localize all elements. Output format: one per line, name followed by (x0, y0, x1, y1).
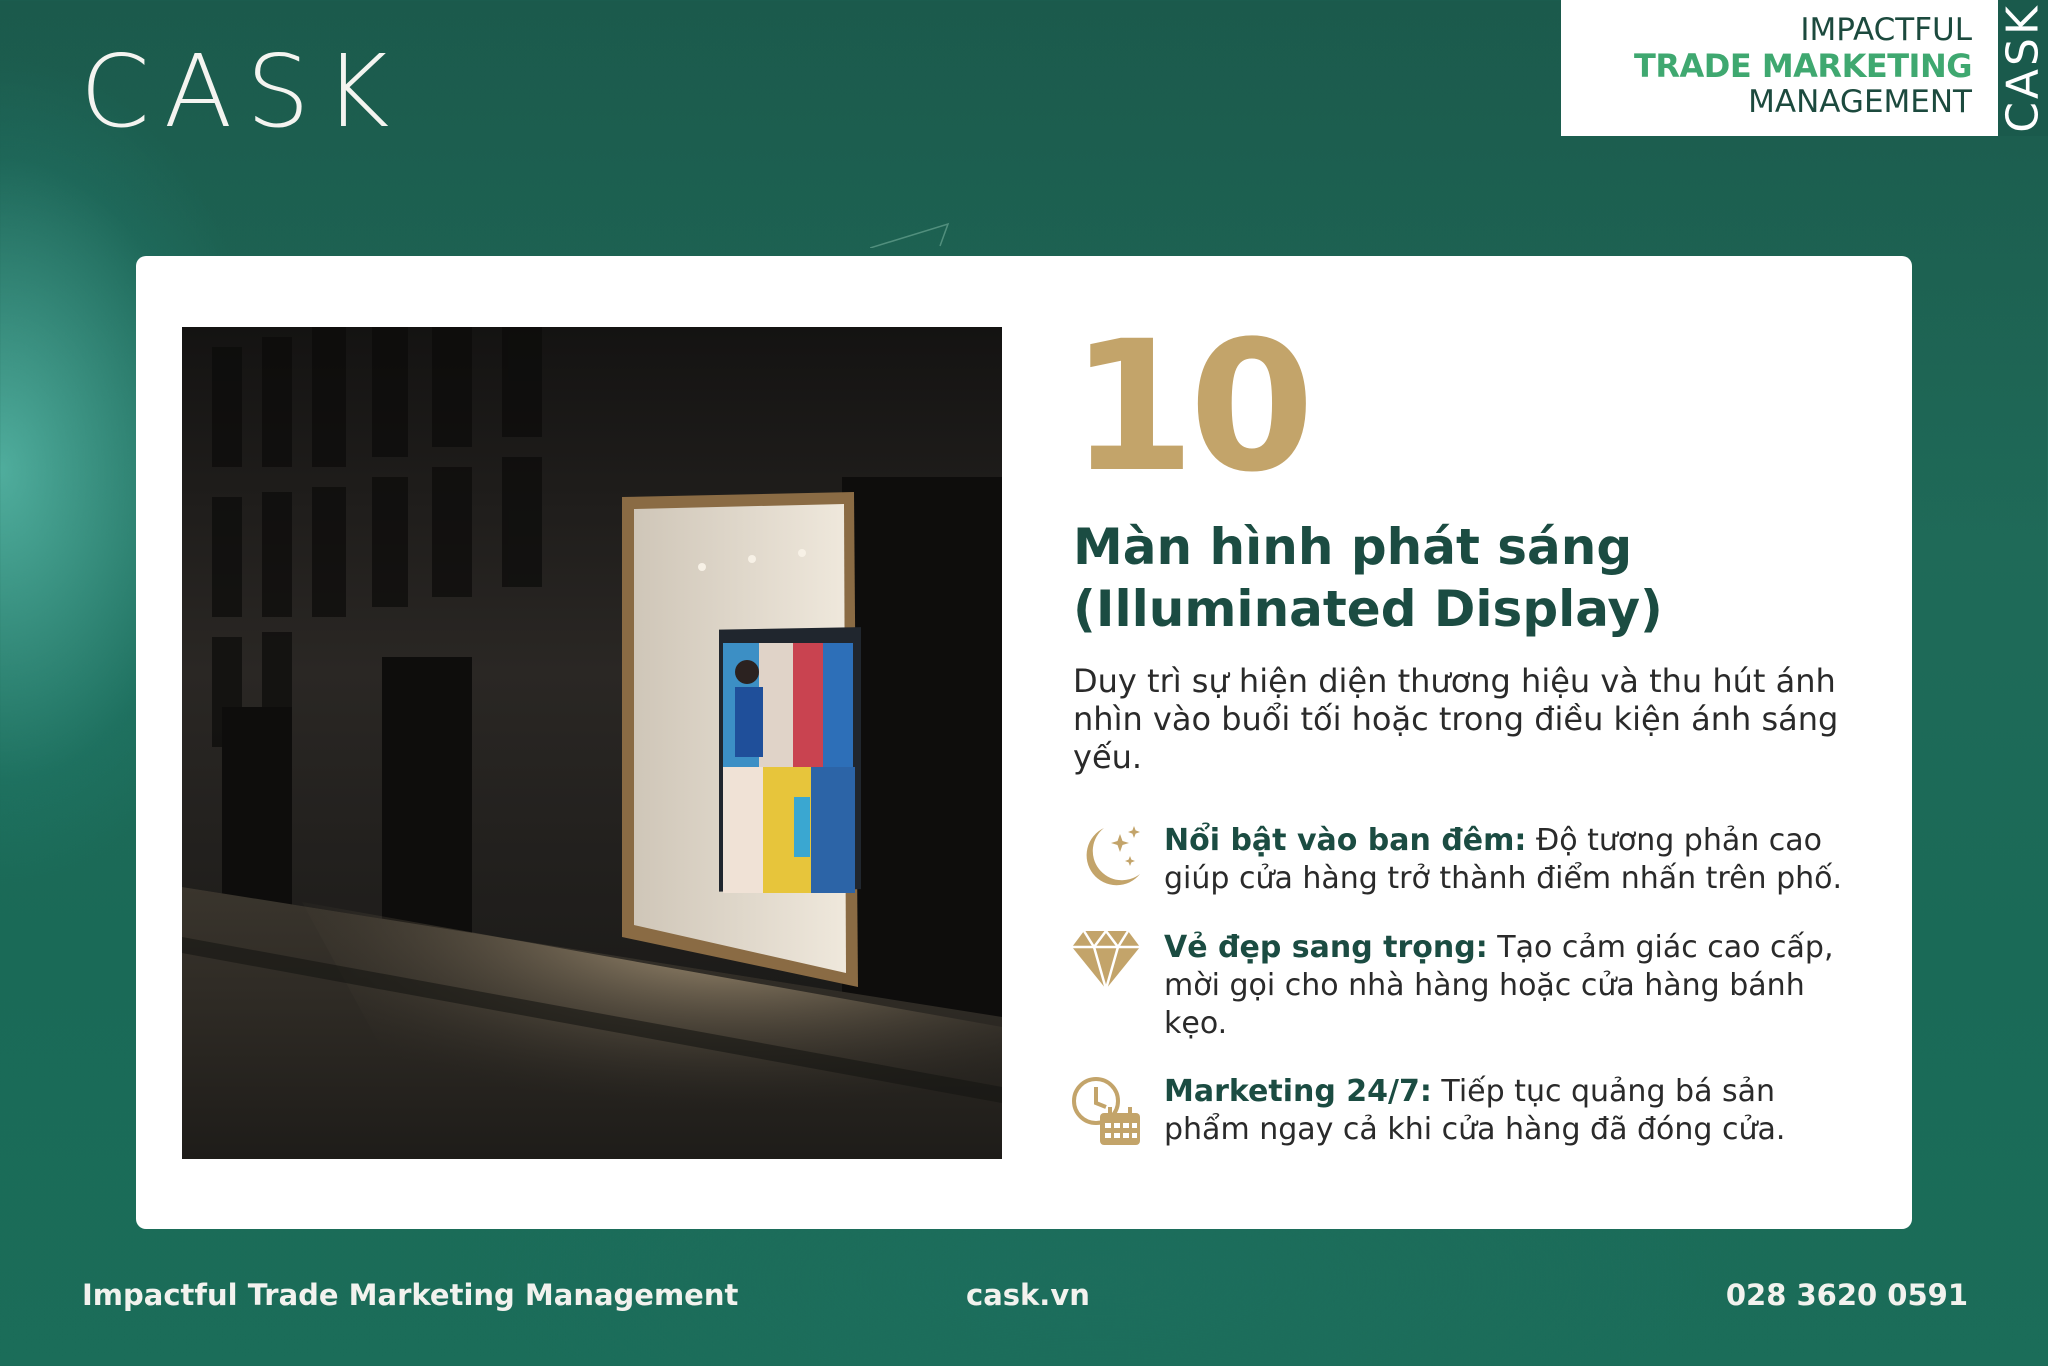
badge-side-text: CASK (1997, 3, 2048, 133)
badge-text: IMPACTFUL TRADE MARKETING MANAGEMENT (1561, 0, 1998, 136)
footer-website-link[interactable]: cask.vn (966, 1278, 1090, 1312)
moon-stars-icon (1070, 822, 1164, 903)
decorative-line (870, 222, 950, 248)
footer-tagline: Impactful Trade Marketing Management (82, 1278, 739, 1312)
badge-line-1: IMPACTFUL (1800, 12, 1972, 48)
badge-line-2: TRADE MARKETING (1634, 47, 1972, 85)
feature-label: Nổi bật vào ban đêm: (1164, 823, 1527, 858)
brand-logo: CASK (80, 33, 404, 150)
item-title: Màn hình phát sáng (Illuminated Display) (1073, 516, 1873, 640)
tagline-badge: IMPACTFUL TRADE MARKETING MANAGEMENT CAS… (1561, 0, 2048, 136)
storefront-photo (182, 327, 1002, 1159)
feature-text: Nổi bật vào ban đêm: Độ tương phản cao g… (1164, 822, 1860, 903)
clock-calendar-icon (1070, 1073, 1164, 1152)
title-line-1: Màn hình phát sáng (1073, 518, 1633, 576)
feature-item: Marketing 24/7: Tiếp tục quảng bá sản ph… (1070, 1073, 1860, 1152)
intro-text: Duy trì sự hiện diện thương hiệu và thu … (1073, 662, 1839, 776)
badge-line-3: MANAGEMENT (1748, 84, 1972, 120)
feature-text: Marketing 24/7: Tiếp tục quảng bá sản ph… (1164, 1073, 1860, 1152)
feature-label: Vẻ đẹp sang trọng: (1164, 930, 1488, 965)
feature-label: Marketing 24/7: (1164, 1074, 1432, 1109)
footer-phone[interactable]: 028 3620 0591 (1726, 1278, 1968, 1312)
storefront-illustration (182, 327, 1002, 1159)
item-number: 10 (1070, 303, 1314, 512)
feature-text: Vẻ đẹp sang trọng: Tạo cảm giác cao cấp,… (1164, 929, 1860, 1043)
badge-side-logo: CASK (1998, 0, 2048, 136)
feature-item: Nổi bật vào ban đêm: Độ tương phản cao g… (1070, 822, 1860, 903)
title-line-2: (Illuminated Display) (1073, 580, 1663, 638)
diamond-icon (1070, 928, 1164, 1043)
feature-item: Vẻ đẹp sang trọng: Tạo cảm giác cao cấp,… (1070, 928, 1860, 1043)
